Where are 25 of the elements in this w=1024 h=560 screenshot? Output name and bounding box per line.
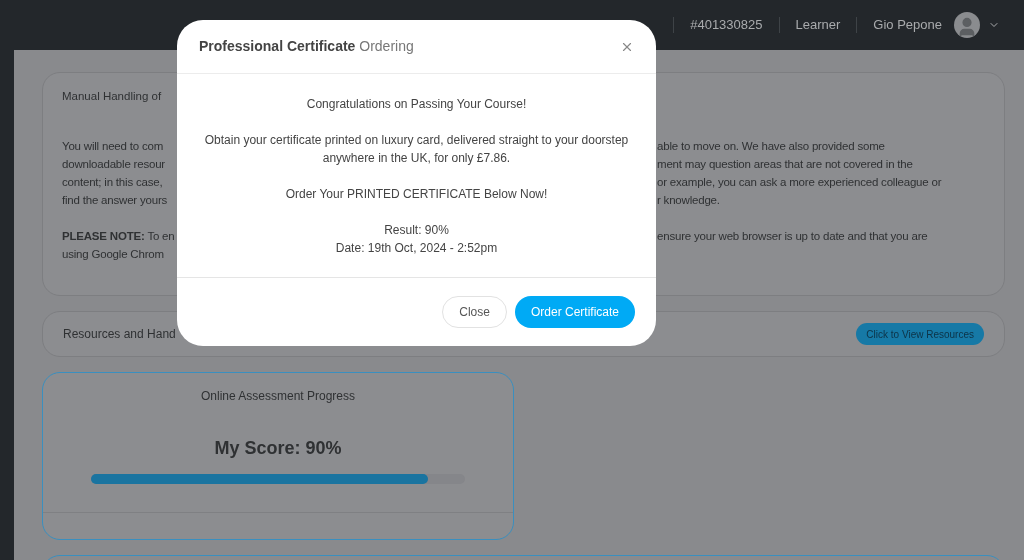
- paragraph-text: content; in this case,: [62, 175, 163, 190]
- header-item[interactable]: Learner: [795, 15, 841, 35]
- paragraph-text: find the answer yours: [62, 193, 168, 208]
- score-text: My Score: 90%: [214, 437, 342, 460]
- header-item[interactable]: #401330825: [690, 15, 763, 35]
- close-button[interactable]: Close: [442, 296, 507, 328]
- dialog-text: Order Your PRINTED CERTIFICATE Below Now!: [285, 185, 548, 203]
- dialog-text: Obtain your certificate printed on luxury card, delivered straight to your doorstep anywhere in the UK, for only £7.86.: [203, 131, 630, 167]
- paragraph-text: able to move on. We have also provided some: [657, 139, 885, 154]
- paragraph-text: ment may question areas that are not covered in the: [657, 157, 913, 172]
- dialog-text: Result: 90% Date: 19th Oct, 2024 - 2:52pm: [335, 221, 498, 257]
- dialog-title: Professional Certificate Ordering: [199, 37, 414, 56]
- paragraph-text: downloadable resour: [62, 157, 165, 172]
- card-title: Online Assessment Progress: [200, 388, 356, 405]
- avatar-icon[interactable]: [954, 12, 980, 38]
- paragraph-text: PLEASE NOTE: To en: [62, 229, 175, 244]
- paragraph-text: r knowledge.: [657, 193, 720, 208]
- card-title: Resources and Hand: [63, 326, 176, 343]
- paragraph-text: You will need to com: [62, 139, 164, 154]
- card-title: Manual Handling of: [62, 89, 162, 104]
- dialog-text: Congratulations on Passing Your Course!: [306, 95, 527, 113]
- user-name[interactable]: Gio Pepone: [873, 15, 942, 35]
- paragraph-text: using Google Chrom: [62, 247, 164, 262]
- paragraph-text: ensure your web browser is up to date and that you are: [657, 229, 928, 244]
- paragraph-text: or example, you can ask a more experienced colleague or: [657, 175, 942, 190]
